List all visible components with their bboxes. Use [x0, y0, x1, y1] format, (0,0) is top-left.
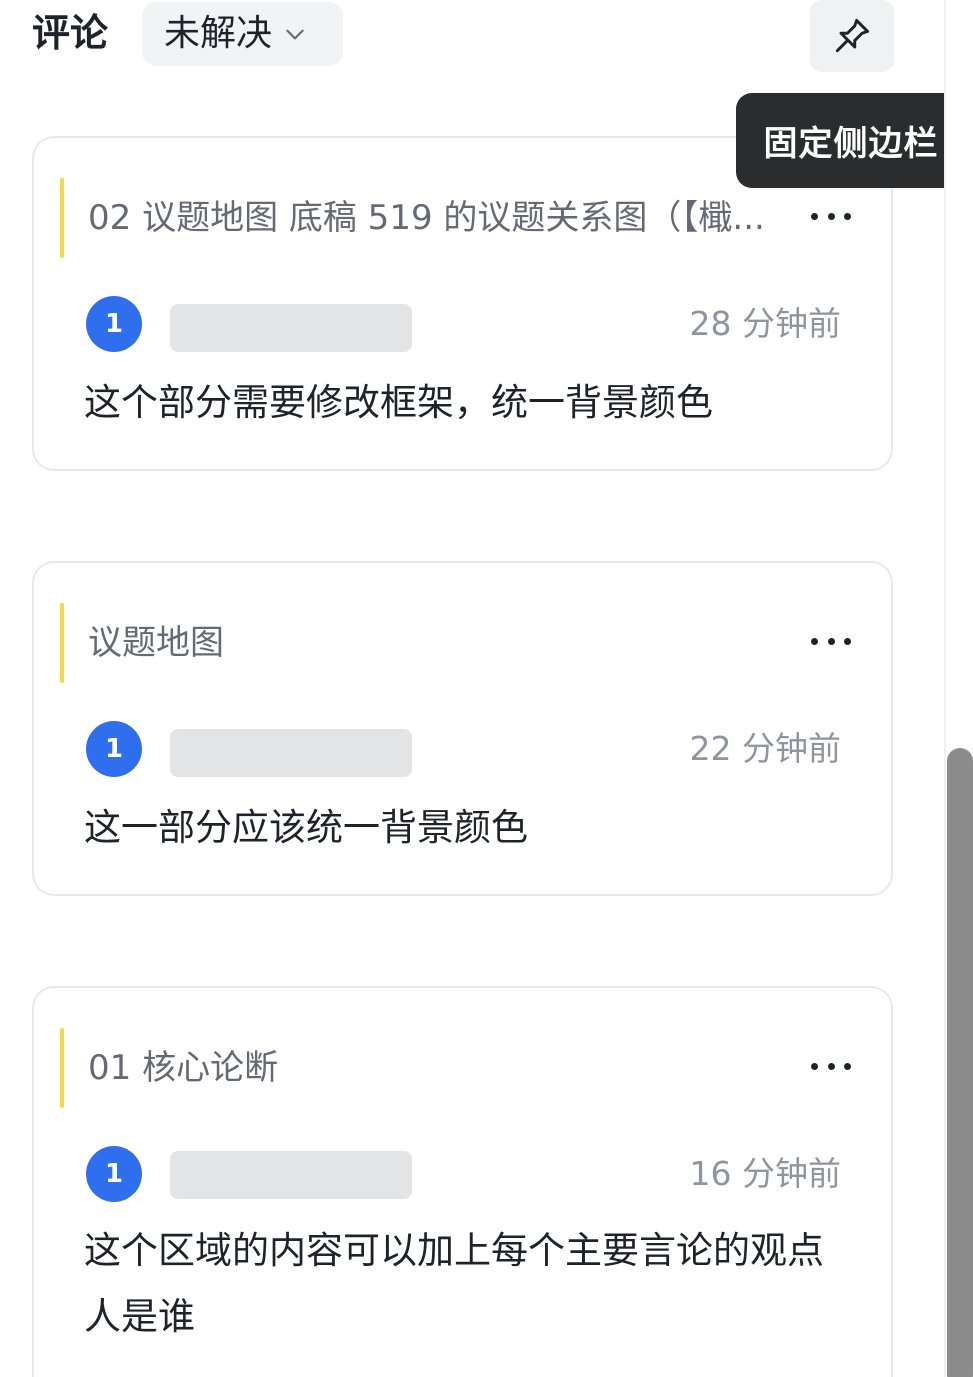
more-options-button[interactable]: [811, 631, 851, 651]
avatar[interactable]: 1: [86, 296, 142, 352]
comment-body: 这一部分应该统一背景颜色: [84, 806, 528, 849]
status-filter-dropdown[interactable]: 未解决: [142, 2, 343, 66]
comment-body: 这个部分需要修改框架，统一背景颜色: [84, 381, 713, 424]
pin-icon: [835, 18, 870, 53]
pin-tooltip: 固定侧边栏: [736, 93, 966, 188]
more-options-button[interactable]: [811, 1056, 851, 1076]
comment-card: 议题地图 1 22 分钟前 这一部分应该统一背景颜色: [32, 561, 893, 896]
quote-bar: [60, 178, 64, 258]
comments-panel: 评论 未解决 02 议题地图 底稿 519 的议题关系图（【檝... 1 28 …: [0, 0, 973, 1377]
more-icon: [811, 637, 818, 645]
author-name-redacted: [170, 729, 412, 777]
comment-quote[interactable]: 议题地图: [88, 621, 788, 665]
more-icon: [811, 212, 818, 220]
author-name-redacted: [170, 1151, 412, 1199]
quote-bar: [60, 603, 64, 683]
avatar[interactable]: 1: [86, 1146, 142, 1202]
quote-bar: [60, 1028, 64, 1108]
chevron-down-icon: [286, 29, 304, 40]
pin-sidebar-button[interactable]: [810, 0, 894, 72]
author-name-redacted: [170, 304, 412, 352]
comment-quote[interactable]: 01 核心论断: [88, 1046, 788, 1090]
scrollbar-thumb[interactable]: [947, 748, 973, 1377]
comment-body: 这个区域的内容可以加上每个主要言论的观点人是谁: [84, 1229, 824, 1338]
panel-title: 评论: [32, 11, 109, 55]
more-options-button[interactable]: [811, 206, 851, 226]
comment-time: 22 分钟前: [689, 729, 841, 768]
avatar[interactable]: 1: [86, 721, 142, 777]
comment-time: 16 分钟前: [689, 1154, 841, 1193]
comment-quote[interactable]: 02 议题地图 底稿 519 的议题关系图（【檝...: [88, 196, 788, 240]
tooltip-text: 固定侧边栏: [763, 124, 939, 164]
status-filter-label: 未解决: [164, 13, 273, 54]
comment-card: 01 核心论断 1 16 分钟前 这个区域的内容可以加上每个主要言论的观点人是谁: [32, 986, 893, 1377]
comment-time: 28 分钟前: [689, 304, 841, 343]
more-icon: [811, 1062, 818, 1070]
